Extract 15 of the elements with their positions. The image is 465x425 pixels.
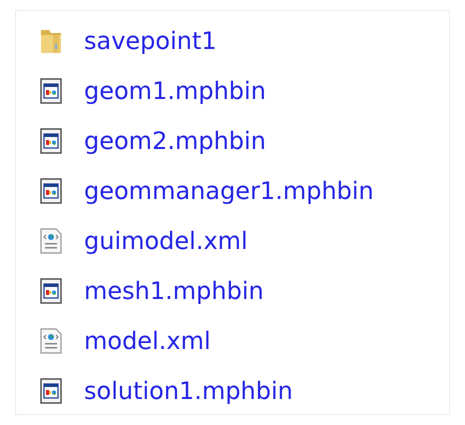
file-name[interactable]: geom2.mphbin: [84, 126, 266, 154]
file-name[interactable]: solution1.mphbin: [84, 376, 293, 404]
application-file-icon: [38, 126, 64, 156]
xml-file-icon: [38, 326, 64, 356]
xml-file-icon: [38, 226, 64, 256]
file-name[interactable]: geom1.mphbin: [84, 76, 266, 104]
application-file-icon: [38, 176, 64, 206]
file-name[interactable]: mesh1.mphbin: [84, 276, 264, 304]
file-name[interactable]: model.xml: [84, 326, 211, 354]
application-file-icon: [38, 276, 64, 306]
file-name[interactable]: savepoint1: [84, 26, 217, 54]
application-file-icon: [38, 376, 64, 406]
application-file-icon: [38, 76, 64, 106]
file-name[interactable]: geommanager1.mphbin: [84, 176, 374, 204]
file-name[interactable]: guimodel.xml: [84, 226, 248, 254]
